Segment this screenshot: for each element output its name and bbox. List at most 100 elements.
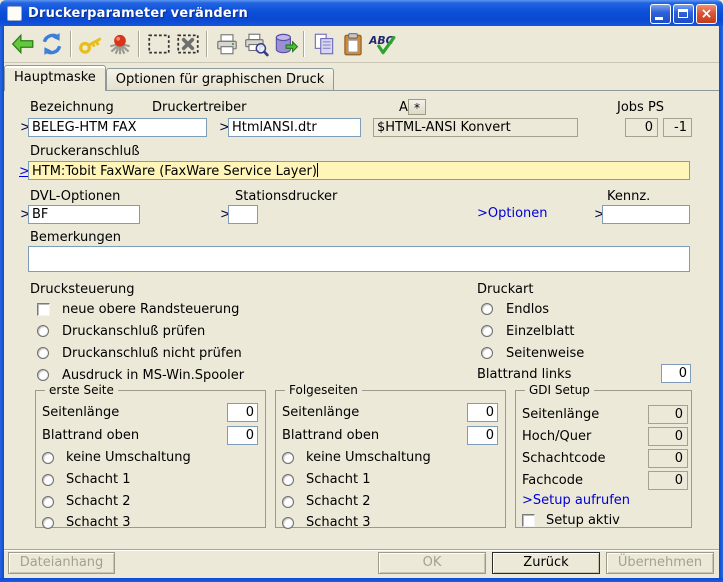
druckeranschluss-input[interactable]: HTM:Tobit FaxWare (FaxWare Service Layer… xyxy=(28,161,690,180)
folge-schacht3-label[interactable]: Schacht 3 xyxy=(306,515,371,530)
erste-keine-umschaltung-radio[interactable] xyxy=(42,452,54,464)
optionen-link[interactable]: >Optionen xyxy=(477,206,548,221)
window-frame-right xyxy=(719,24,723,582)
druckanschluss-nicht-pruefen-label[interactable]: Druckanschluß nicht prüfen xyxy=(62,346,242,361)
selection-box-delete-icon[interactable] xyxy=(173,30,202,59)
erste-blattrand-oben-input[interactable] xyxy=(227,426,258,445)
druckanschluss-nicht-pruefen-radio[interactable] xyxy=(37,347,49,359)
druckanschluss-pruefen-label[interactable]: Druckanschluß prüfen xyxy=(62,324,205,339)
folge-schacht1-label[interactable]: Schacht 1 xyxy=(306,472,371,487)
stationsdrucker-input[interactable] xyxy=(228,205,258,224)
folge-blattrand-oben-label: Blattrand oben xyxy=(282,428,380,443)
gdi-hoch-quer-field: 0 xyxy=(648,427,688,446)
ms-win-spooler-radio[interactable] xyxy=(37,369,49,381)
gdi-fachcode-field: 0 xyxy=(648,471,688,490)
erste-schacht1-label[interactable]: Schacht 1 xyxy=(66,472,131,487)
druckanschluss-pruefen-radio[interactable] xyxy=(37,325,49,337)
dateianhang-button[interactable]: Dateianhang xyxy=(8,552,115,574)
erste-schacht2-radio[interactable] xyxy=(42,496,54,508)
druckertreiber-label: Druckertreiber xyxy=(152,100,247,115)
database-export-icon[interactable] xyxy=(270,30,299,59)
minimize-icon xyxy=(655,17,663,20)
endlos-radio[interactable] xyxy=(481,303,493,315)
folge-schacht3-radio[interactable] xyxy=(282,517,294,529)
window-title: Druckerparameter verändern xyxy=(28,5,248,21)
toolbar-separator xyxy=(206,31,208,57)
uebernehmen-button[interactable]: Übernehmen xyxy=(606,552,714,574)
einzelblatt-radio[interactable] xyxy=(481,325,493,337)
print-icon[interactable] xyxy=(212,30,241,59)
stationsdrucker-label: Stationsdrucker xyxy=(235,189,338,204)
titlebar[interactable]: Druckerparameter verändern × xyxy=(0,0,723,26)
toolbar-separator xyxy=(70,31,72,57)
folge-blattrand-oben-input[interactable] xyxy=(467,426,498,445)
folge-schacht2-label[interactable]: Schacht 2 xyxy=(306,494,371,509)
selection-box-icon[interactable] xyxy=(144,30,173,59)
spellcheck-icon[interactable]: ABC xyxy=(367,30,396,59)
toolbar-separator xyxy=(138,31,140,57)
tab-hauptmaske[interactable]: Hauptmaske xyxy=(4,65,106,91)
zurueck-button[interactable]: Zurück xyxy=(492,552,600,574)
einzelblatt-label[interactable]: Einzelblatt xyxy=(506,324,575,339)
erste-seitenlaenge-input[interactable] xyxy=(227,403,258,422)
endlos-label[interactable]: Endlos xyxy=(506,302,549,317)
blattrand-links-input[interactable] xyxy=(661,364,691,383)
erste-schacht3-label[interactable]: Schacht 3 xyxy=(66,515,131,530)
gdi-schachtcode-label: Schachtcode xyxy=(522,451,606,466)
randsteuerung-checkbox[interactable] xyxy=(37,303,50,316)
app-icon xyxy=(7,5,22,21)
seal-icon[interactable] xyxy=(105,30,134,59)
toolbar-separator xyxy=(303,31,305,57)
blattrand-links-label: Blattrand links xyxy=(477,367,572,382)
ms-win-spooler-label[interactable]: Ausdruck in MS-Win.Spooler xyxy=(62,368,244,383)
dvl-optionen-input[interactable] xyxy=(28,205,140,224)
window-frame-left xyxy=(0,24,4,582)
ansi-konvert-field: $HTML-ANSI Konvert xyxy=(373,118,578,137)
setup-aufrufen-link[interactable]: >Setup aufrufen xyxy=(522,493,630,508)
erste-schacht3-radio[interactable] xyxy=(42,517,54,529)
ok-button[interactable]: OK xyxy=(378,552,486,574)
key-icon[interactable] xyxy=(76,30,105,59)
copy-icon[interactable] xyxy=(309,30,338,59)
text-caret xyxy=(316,163,318,177)
tab-bar: Hauptmaske Optionen für graphischen Druc… xyxy=(4,64,719,91)
paste-icon[interactable] xyxy=(338,30,367,59)
gdi-seitenlaenge-label: Seitenlänge xyxy=(522,407,600,422)
erste-schacht1-radio[interactable] xyxy=(42,474,54,486)
footer-separator xyxy=(4,549,719,551)
minimize-button[interactable] xyxy=(650,4,671,24)
dvl-optionen-label: DVL-Optionen xyxy=(30,189,121,204)
maximize-button[interactable] xyxy=(673,4,694,24)
refresh-icon[interactable] xyxy=(37,30,66,59)
folge-schacht2-radio[interactable] xyxy=(282,496,294,508)
druckeranschluss-label: Druckeranschluß xyxy=(30,144,140,159)
folge-keine-umschaltung-label[interactable]: keine Umschaltung xyxy=(306,450,431,465)
setup-aktiv-checkbox[interactable] xyxy=(522,514,535,527)
seitenweise-radio[interactable] xyxy=(481,347,493,359)
close-button[interactable]: × xyxy=(696,4,717,24)
kennz-input[interactable] xyxy=(602,205,690,224)
bemerkungen-input[interactable] xyxy=(28,246,690,272)
folge-keine-umschaltung-radio[interactable] xyxy=(282,452,294,464)
druckertreiber-input[interactable] xyxy=(228,118,361,137)
toolbar: ABC xyxy=(4,26,719,63)
back-icon[interactable] xyxy=(8,30,37,59)
bezeichnung-label: Bezeichnung xyxy=(30,100,114,115)
jobs-field: 0 xyxy=(625,118,658,137)
erste-keine-umschaltung-label[interactable]: keine Umschaltung xyxy=(66,450,191,465)
maximize-icon xyxy=(678,9,688,18)
folge-schacht1-radio[interactable] xyxy=(282,474,294,486)
tab-optionen-graphischer-druck[interactable]: Optionen für graphischen Druck xyxy=(105,68,335,90)
setup-aktiv-label[interactable]: Setup aktiv xyxy=(546,513,620,528)
folge-seitenlaenge-input[interactable] xyxy=(467,403,498,422)
ansi-star-button[interactable]: * xyxy=(408,99,426,115)
erste-seite-title: erste Seite xyxy=(45,383,118,397)
erste-schacht2-label[interactable]: Schacht 2 xyxy=(66,494,131,509)
randsteuerung-label[interactable]: neue obere Randsteuerung xyxy=(62,302,239,317)
ps-field: -1 xyxy=(663,118,692,137)
bezeichnung-input[interactable] xyxy=(28,118,207,137)
print-preview-icon[interactable] xyxy=(241,30,270,59)
gdi-fachcode-label: Fachcode xyxy=(522,473,583,488)
seitenweise-label[interactable]: Seitenweise xyxy=(506,346,584,361)
ansi-label: A xyxy=(399,100,408,115)
